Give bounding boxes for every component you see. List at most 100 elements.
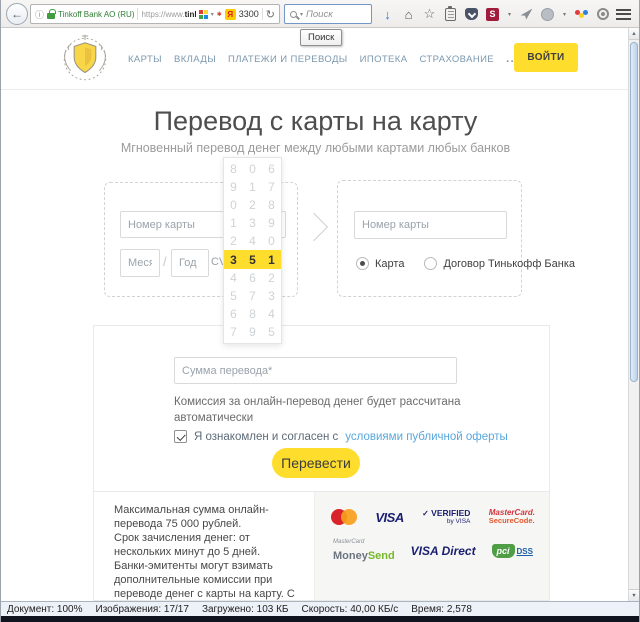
picker-digit[interactable]: 4 <box>224 269 243 287</box>
picker-digit[interactable]: 8 <box>224 160 243 178</box>
picker-row[interactable]: 684 <box>224 305 281 323</box>
yandex-counter: 3300 <box>238 9 259 19</box>
picker-row[interactable]: 240 <box>224 232 281 250</box>
picker-digit[interactable]: 8 <box>243 305 262 323</box>
expiry-year-input[interactable] <box>171 249 209 277</box>
login-button[interactable]: ВОЙТИ <box>514 43 578 72</box>
picker-digit[interactable]: 7 <box>262 178 281 196</box>
reload-icon[interactable]: ↻ <box>266 8 275 21</box>
picker-digit[interactable]: 8 <box>262 196 281 214</box>
vertical-scrollbar[interactable]: ▲ ▼ <box>628 28 639 601</box>
mastercard-logo <box>331 509 357 525</box>
page-title: Перевод с карты на карту <box>153 106 478 136</box>
picker-digit[interactable]: 5 <box>224 287 243 305</box>
picker-digit[interactable]: 0 <box>262 232 281 250</box>
picker-row[interactable]: 462 <box>224 269 281 287</box>
ssl-lock-icon[interactable] <box>47 8 56 19</box>
site-identity[interactable]: Tinkoff Bank AO (RU) <box>58 10 134 19</box>
transfer-conditions-text: Максимальная сумма онлайн-перевода 75 00… <box>94 492 315 600</box>
url-text[interactable]: https://www.tinkoff.ru/card <box>141 10 195 19</box>
picker-row[interactable]: 573 <box>224 287 281 305</box>
search-engine-dropdown-icon[interactable]: ▾ <box>300 11 303 18</box>
picker-row[interactable]: 139 <box>224 214 281 232</box>
picker-digit[interactable]: 7 <box>243 287 262 305</box>
picker-digit[interactable]: 2 <box>224 232 243 250</box>
nav-item[interactable]: СТРАХОВАНИЕ <box>419 54 494 65</box>
pocket-icon[interactable] <box>465 8 478 20</box>
urlbar-dropdown-icon[interactable]: ▾ <box>211 11 214 18</box>
transfer-footer: Максимальная сумма онлайн-перевода 75 00… <box>94 491 549 600</box>
footer-info-paragraph: Банки-эмитенты могут взимать дополнитель… <box>114 560 295 601</box>
scroll-up-button[interactable]: ▲ <box>629 28 639 40</box>
picker-digit[interactable]: 4 <box>243 232 262 250</box>
tinkoff-logo[interactable] <box>58 32 112 86</box>
picker-digit[interactable]: 4 <box>262 305 281 323</box>
picker-digit[interactable]: 9 <box>243 323 262 341</box>
extension-caret-icon[interactable]: ▾ <box>506 6 513 22</box>
expiry-month-input[interactable] <box>120 249 160 277</box>
home-icon[interactable]: ⌂ <box>401 6 416 22</box>
picker-digit[interactable]: 6 <box>243 269 262 287</box>
picker-digit[interactable]: 2 <box>262 269 281 287</box>
menu-icon[interactable] <box>616 8 631 20</box>
adblock-icon[interactable] <box>541 7 554 21</box>
nav-item[interactable]: ИПОТЕКА <box>360 54 408 65</box>
palette-extension-icon[interactable] <box>575 10 588 18</box>
url-bar[interactable]: ⓘ Tinkoff Bank AO (RU) https://www.tinko… <box>30 4 280 24</box>
picker-digit[interactable]: 5 <box>243 250 262 268</box>
bookmarks-menu-icon[interactable] <box>445 6 456 21</box>
picker-digit[interactable]: 3 <box>262 287 281 305</box>
payment-logos: VISA ✓ VERIFIED by VISA MasterCard. Secu… <box>315 492 549 600</box>
cvc-digit-picker[interactable]: 806917028139240351462573684795 <box>223 157 282 344</box>
picker-row[interactable]: 795 <box>224 323 281 341</box>
extension-icon[interactable] <box>198 9 208 19</box>
radio-contract-label[interactable]: Договор Тинькофф Банка <box>443 258 575 270</box>
picker-digit[interactable]: 6 <box>224 305 243 323</box>
adblock-caret-icon[interactable]: ▾ <box>561 6 568 22</box>
nav-item[interactable]: ПЛАТЕЖИ И ПЕРЕВОДЫ <box>228 54 348 65</box>
picker-digit[interactable]: 6 <box>262 160 281 178</box>
yandex-extension-icon[interactable]: Я <box>224 8 236 20</box>
picker-row[interactable]: 806 <box>224 160 281 178</box>
nav-item[interactable]: ВКЛАДЫ <box>174 54 216 65</box>
picker-digit[interactable]: 0 <box>224 196 243 214</box>
radio-card-label[interactable]: Карта <box>375 258 404 270</box>
amount-input[interactable] <box>174 357 457 384</box>
transfer-submit-button[interactable]: Перевести <box>272 448 360 478</box>
back-button[interactable]: ← <box>6 3 28 25</box>
picker-digit[interactable]: 1 <box>243 178 262 196</box>
recipient-card-number-input[interactable] <box>354 211 507 239</box>
downloads-icon[interactable]: ↓ <box>380 6 395 22</box>
search-input[interactable]: ▾ Поиск <box>284 4 372 24</box>
bookmark-star-icon[interactable]: ☆ <box>422 6 437 22</box>
picker-digit[interactable]: 3 <box>224 250 243 268</box>
picker-digit[interactable]: 1 <box>224 214 243 232</box>
send-page-icon[interactable] <box>520 8 533 20</box>
settings-icon[interactable] <box>596 8 609 20</box>
radio-contract[interactable] <box>424 257 438 270</box>
picker-digit[interactable]: 3 <box>243 214 262 232</box>
scroll-down-button[interactable]: ▼ <box>629 589 639 601</box>
picker-digit[interactable]: 5 <box>262 323 281 341</box>
nav-item[interactable]: КАРТЫ <box>128 54 162 65</box>
search-icon <box>290 10 297 18</box>
status-bar: Документ: 100% Изображения: 17/17 Загружен… <box>1 601 639 616</box>
ext-square <box>203 14 208 19</box>
page-info-icon[interactable]: ⓘ <box>35 8 44 21</box>
picker-digit[interactable]: 7 <box>224 323 243 341</box>
check-icon: ✓ <box>422 508 429 518</box>
picker-digit[interactable]: 2 <box>243 196 262 214</box>
s-extension-icon[interactable]: S <box>486 7 499 21</box>
picker-digit[interactable]: 1 <box>262 250 281 268</box>
securecode-logo: MasterCard. SecureCode. <box>489 508 535 526</box>
scrollbar-thumb[interactable] <box>630 42 638 382</box>
agreement-checkbox[interactable] <box>174 430 187 443</box>
picker-digit[interactable]: 9 <box>262 214 281 232</box>
radio-card[interactable] <box>356 257 369 270</box>
picker-row[interactable]: 028 <box>224 196 281 214</box>
offer-terms-link[interactable]: условиями публичной оферты <box>345 431 508 443</box>
picker-row-selected[interactable]: 351 <box>224 250 281 269</box>
picker-digit[interactable]: 0 <box>243 160 262 178</box>
picker-row[interactable]: 917 <box>224 178 281 196</box>
picker-digit[interactable]: 9 <box>224 178 243 196</box>
